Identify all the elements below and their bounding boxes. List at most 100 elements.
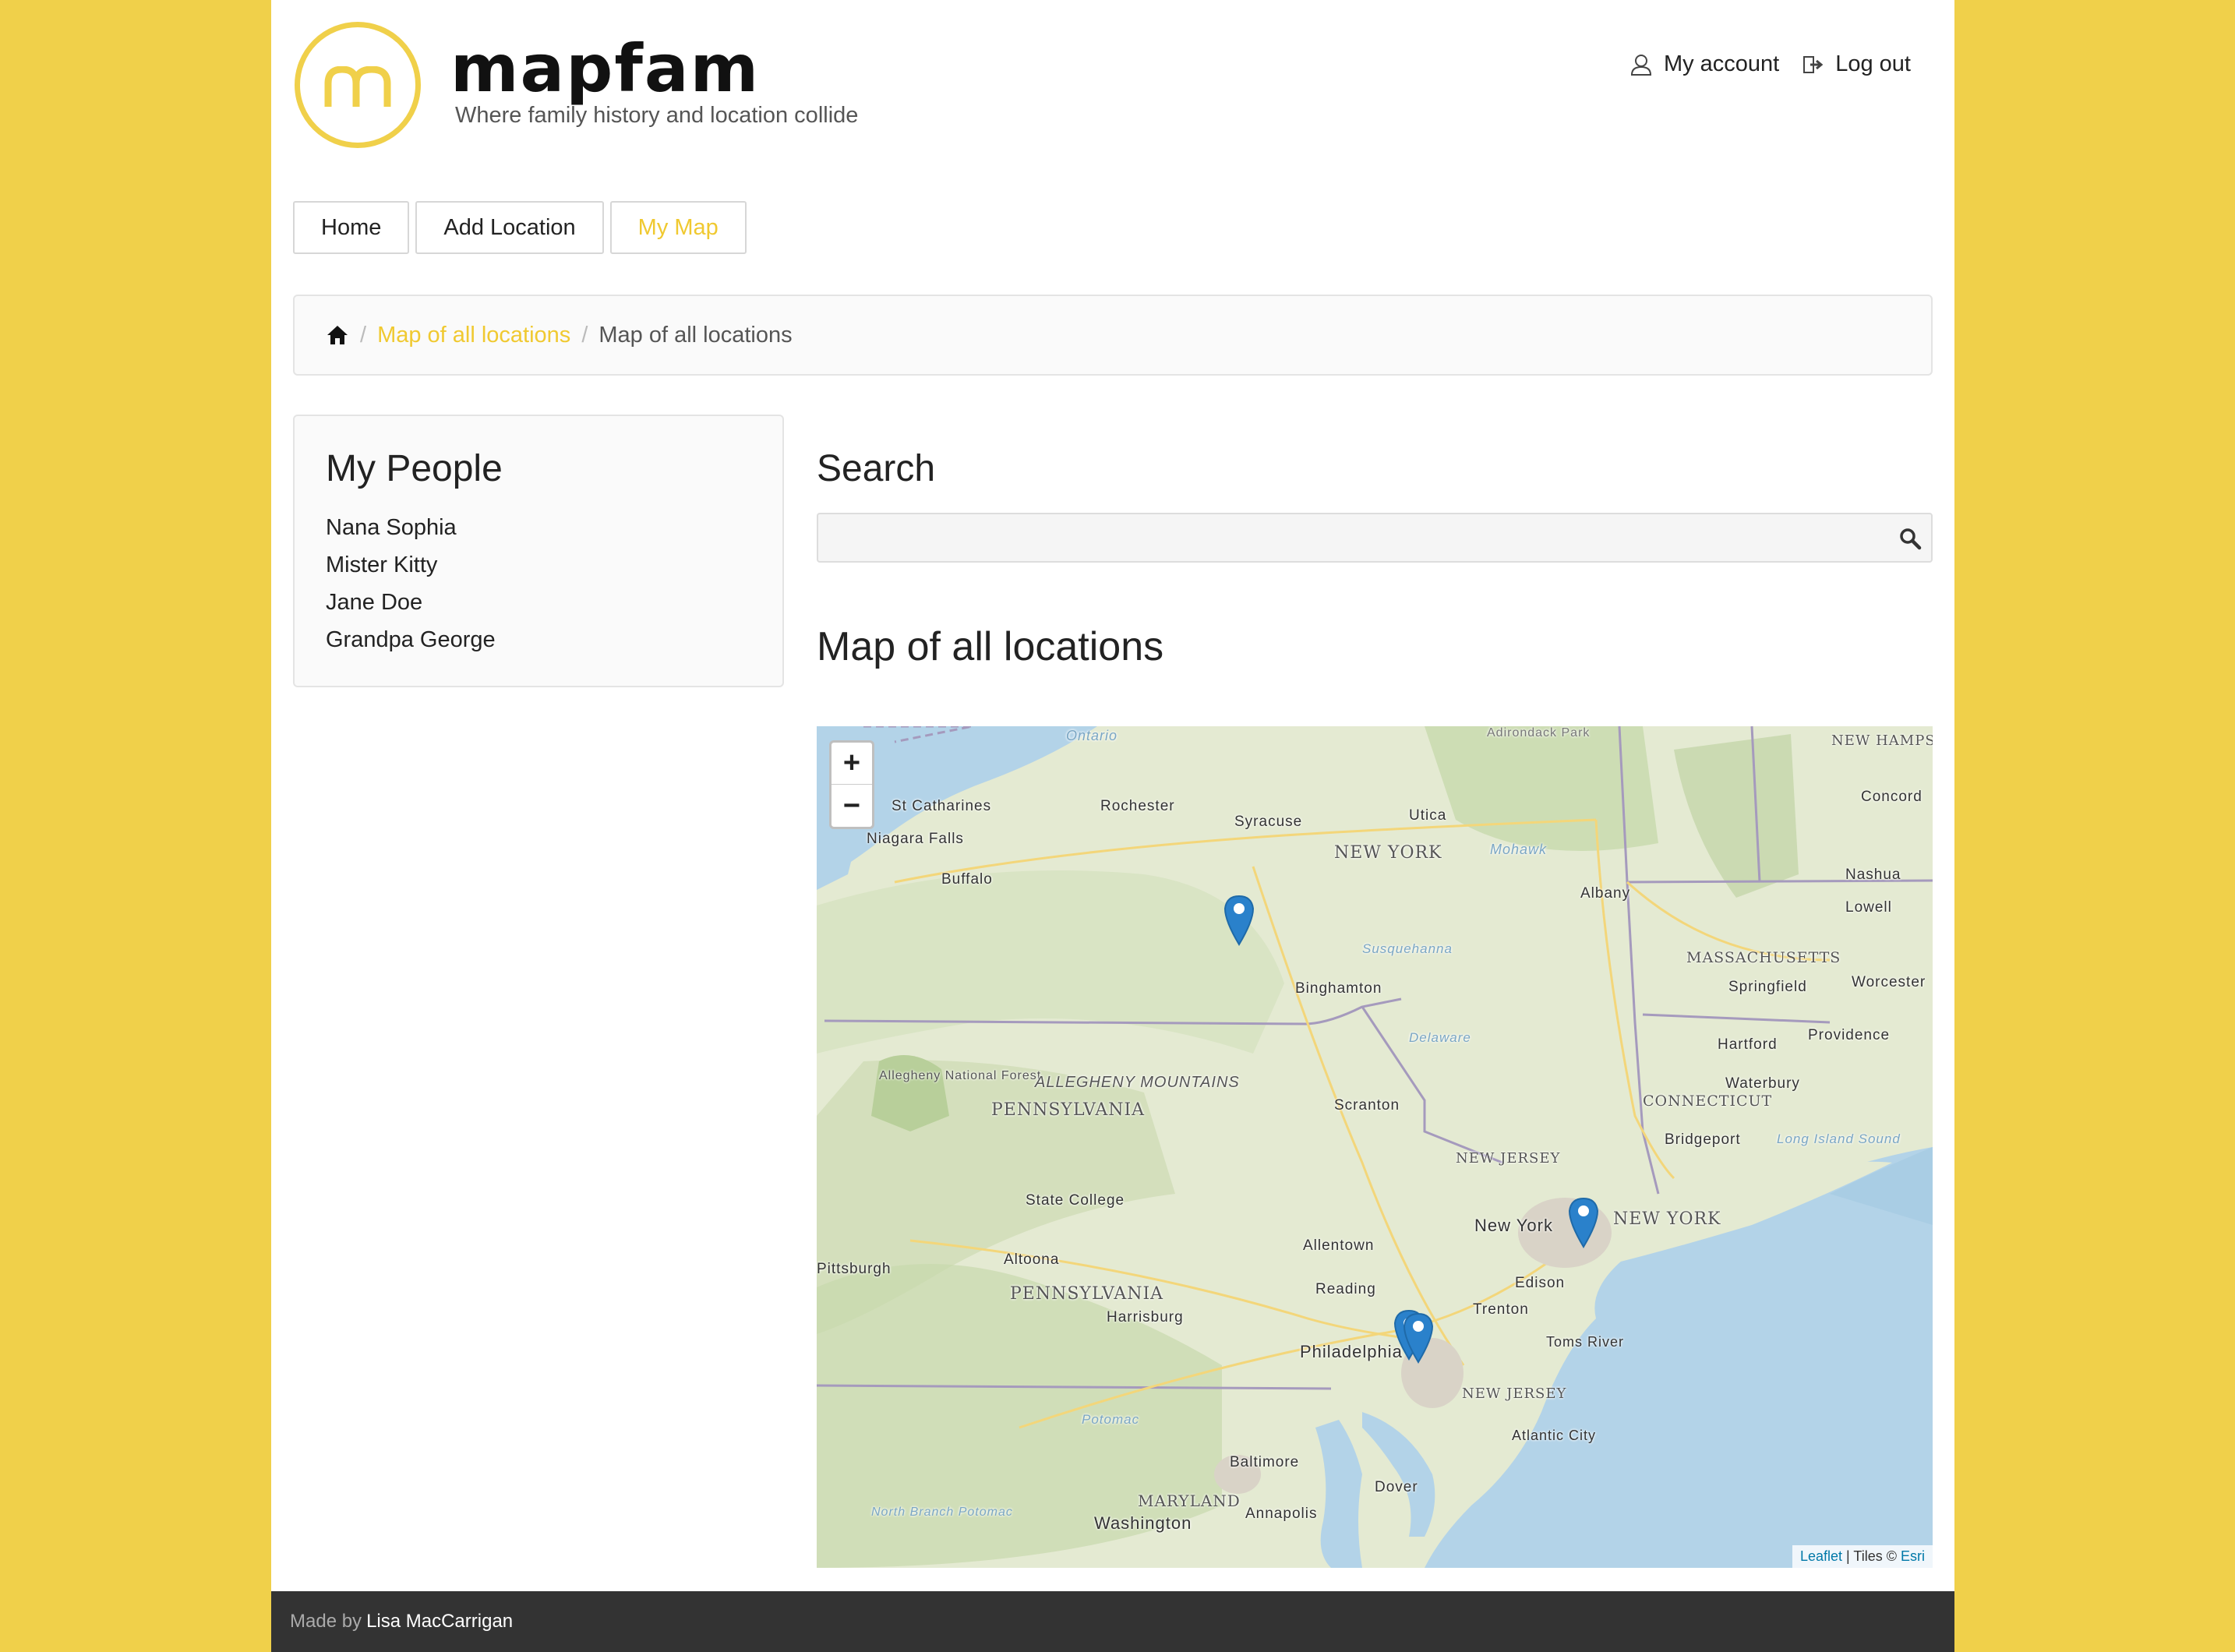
account-menu: My account Log out: [1606, 51, 1911, 77]
search-input[interactable]: [818, 514, 1931, 561]
footer: Made by Lisa MacCarrigan: [271, 1591, 1954, 1652]
zoom-in-button[interactable]: +: [832, 743, 872, 785]
search-box: [817, 513, 1933, 563]
map-label-adirondack: Adirondack Park: [1487, 726, 1591, 740]
home-icon[interactable]: [326, 324, 349, 346]
map-attribution: Leaflet | Tiles © Esri: [1792, 1545, 1933, 1568]
map-title: Map of all locations: [817, 624, 1164, 669]
map-label-toms-river: Toms River: [1546, 1334, 1625, 1350]
map-label-rochester: Rochester: [1100, 798, 1175, 814]
map-label-washington: Washington: [1094, 1513, 1192, 1533]
map-label-springfield: Springfield: [1728, 979, 1807, 995]
logo-m-icon: [324, 66, 391, 107]
map-label-binghamton: Binghamton: [1295, 980, 1382, 997]
map-label-bridgeport: Bridgeport: [1665, 1131, 1741, 1148]
map-label-dover: Dover: [1375, 1479, 1418, 1495]
breadcrumb-separator: /: [581, 322, 588, 348]
map-label-state-college: State College: [1026, 1192, 1125, 1209]
breadcrumb: / Map of all locations / Map of all loca…: [293, 295, 1933, 376]
map-label-baltimore: Baltimore: [1230, 1454, 1300, 1470]
map-label-new-hampshire: NEW HAMPSHIRE: [1831, 732, 1933, 749]
map-label-scranton: Scranton: [1334, 1097, 1400, 1114]
map-label-massachusetts: MASSACHUSETTS: [1686, 949, 1841, 966]
attribution-text: | Tiles ©: [1842, 1548, 1901, 1564]
map-label-allegheny-mountains: ALLEGHENY MOUNTAINS: [1035, 1074, 1240, 1091]
map-label-new-york-state: NEW YORK: [1334, 843, 1442, 863]
nav-home[interactable]: Home: [293, 201, 410, 254]
map-label-connecticut: CONNECTICUT: [1643, 1093, 1773, 1110]
person-item[interactable]: Nana Sophia: [326, 509, 751, 546]
map-label-lowell: Lowell: [1845, 899, 1892, 916]
map-marker-pin[interactable]: [1223, 895, 1255, 946]
map-marker-pin[interactable]: [1568, 1197, 1599, 1248]
map-label-reading: Reading: [1315, 1281, 1376, 1297]
esri-link[interactable]: Esri: [1901, 1548, 1925, 1564]
map-label-nashua: Nashua: [1845, 867, 1901, 883]
nav-add-location[interactable]: Add Location: [415, 201, 604, 254]
log-out-link[interactable]: Log out: [1802, 51, 1911, 77]
footer-prefix: Made by: [290, 1611, 362, 1632]
map-label-pennsylvania-2: PENNSYLVANIA: [1010, 1284, 1164, 1304]
map-label-edison: Edison: [1515, 1275, 1566, 1291]
map-label-maryland: MARYLAND: [1138, 1491, 1241, 1510]
person-item[interactable]: Grandpa George: [326, 621, 751, 658]
log-out-label: Log out: [1835, 51, 1911, 76]
map-label-long-island-sound: Long Island Sound: [1777, 1131, 1901, 1146]
map-label-north-branch: North Branch Potomac: [871, 1506, 1013, 1519]
logo[interactable]: [295, 22, 421, 148]
brand-tagline: Where family history and location collid…: [455, 103, 859, 128]
person-item[interactable]: Mister Kitty: [326, 546, 751, 584]
people-sidebar: My People Nana Sophia Mister Kitty Jane …: [293, 415, 784, 687]
zoom-out-button[interactable]: −: [832, 785, 872, 827]
sidebar-title: My People: [326, 448, 503, 489]
person-item[interactable]: Jane Doe: [326, 584, 751, 621]
map-marker-pin[interactable]: [1403, 1312, 1434, 1364]
nav-my-map[interactable]: My Map: [609, 201, 747, 254]
map-label-new-jersey-1: NEW JERSEY: [1456, 1150, 1561, 1167]
map-label-buffalo: Buffalo: [941, 871, 993, 888]
search-icon[interactable]: [1898, 527, 1922, 550]
map-label-philadelphia: Philadelphia: [1300, 1342, 1403, 1361]
map-label-annapolis: Annapolis: [1245, 1506, 1318, 1522]
map-label-albany: Albany: [1580, 885, 1631, 902]
brand-name: mapfam: [450, 30, 761, 107]
map-label-new-jersey-2: NEW JERSEY: [1462, 1385, 1567, 1402]
page: mapfam Where family history and location…: [271, 0, 1954, 1652]
footer-author[interactable]: Lisa MacCarrigan: [366, 1611, 513, 1633]
map-label-syracuse: Syracuse: [1234, 814, 1303, 830]
map-label-hartford: Hartford: [1718, 1036, 1778, 1053]
logout-icon: [1803, 55, 1824, 73]
map-label-susquehanna: Susquehanna: [1362, 941, 1453, 956]
map-label-potomac: Potomac: [1082, 1412, 1140, 1427]
map-label-new-york-2: NEW YORK: [1613, 1209, 1721, 1229]
breadcrumb-separator: /: [360, 322, 367, 348]
breadcrumb-current: Map of all locations: [598, 322, 793, 348]
map-label-harrisburg: Harrisburg: [1107, 1309, 1184, 1325]
breadcrumb-link[interactable]: Map of all locations: [377, 323, 570, 348]
map-label-providence: Providence: [1808, 1027, 1891, 1043]
map-label-allentown: Allentown: [1303, 1237, 1375, 1254]
map-label-delaware: Delaware: [1409, 1030, 1471, 1045]
map-label-allegheny-forest: Allegheny National Forest: [879, 1069, 1042, 1082]
map-label-pennsylvania-1: PENNSYLVANIA: [991, 1100, 1146, 1120]
map-label-altoona: Altoona: [1004, 1251, 1060, 1268]
map-label-waterbury: Waterbury: [1725, 1075, 1800, 1092]
map-label-concord: Concord: [1861, 789, 1923, 805]
main-nav: Home Add Location My Map: [293, 201, 753, 254]
map-label-worcester: Worcester: [1852, 974, 1926, 990]
zoom-control: + −: [829, 740, 874, 829]
map-label-pittsburgh: Pittsburgh: [817, 1261, 892, 1277]
map-label-st-catharines: St Catharines: [892, 798, 992, 814]
my-account-link[interactable]: My account: [1629, 51, 1779, 77]
people-list: Nana Sophia Mister Kitty Jane Doe Grandp…: [326, 509, 751, 658]
search-title: Search: [817, 448, 936, 489]
map-label-atlantic-city: Atlantic City: [1512, 1428, 1597, 1443]
map-label-utica: Utica: [1409, 807, 1447, 824]
map-label-mohawk: Mohawk: [1490, 842, 1548, 857]
leaflet-link[interactable]: Leaflet: [1800, 1548, 1842, 1564]
map-container[interactable]: Ontario Adirondack Park St Catharines Niaga…: [817, 726, 1933, 1568]
map-label-trenton: Trenton: [1473, 1301, 1529, 1318]
user-icon: [1630, 54, 1651, 76]
map-label-ontario: Ontario: [1066, 728, 1118, 743]
my-account-label: My account: [1663, 51, 1780, 76]
